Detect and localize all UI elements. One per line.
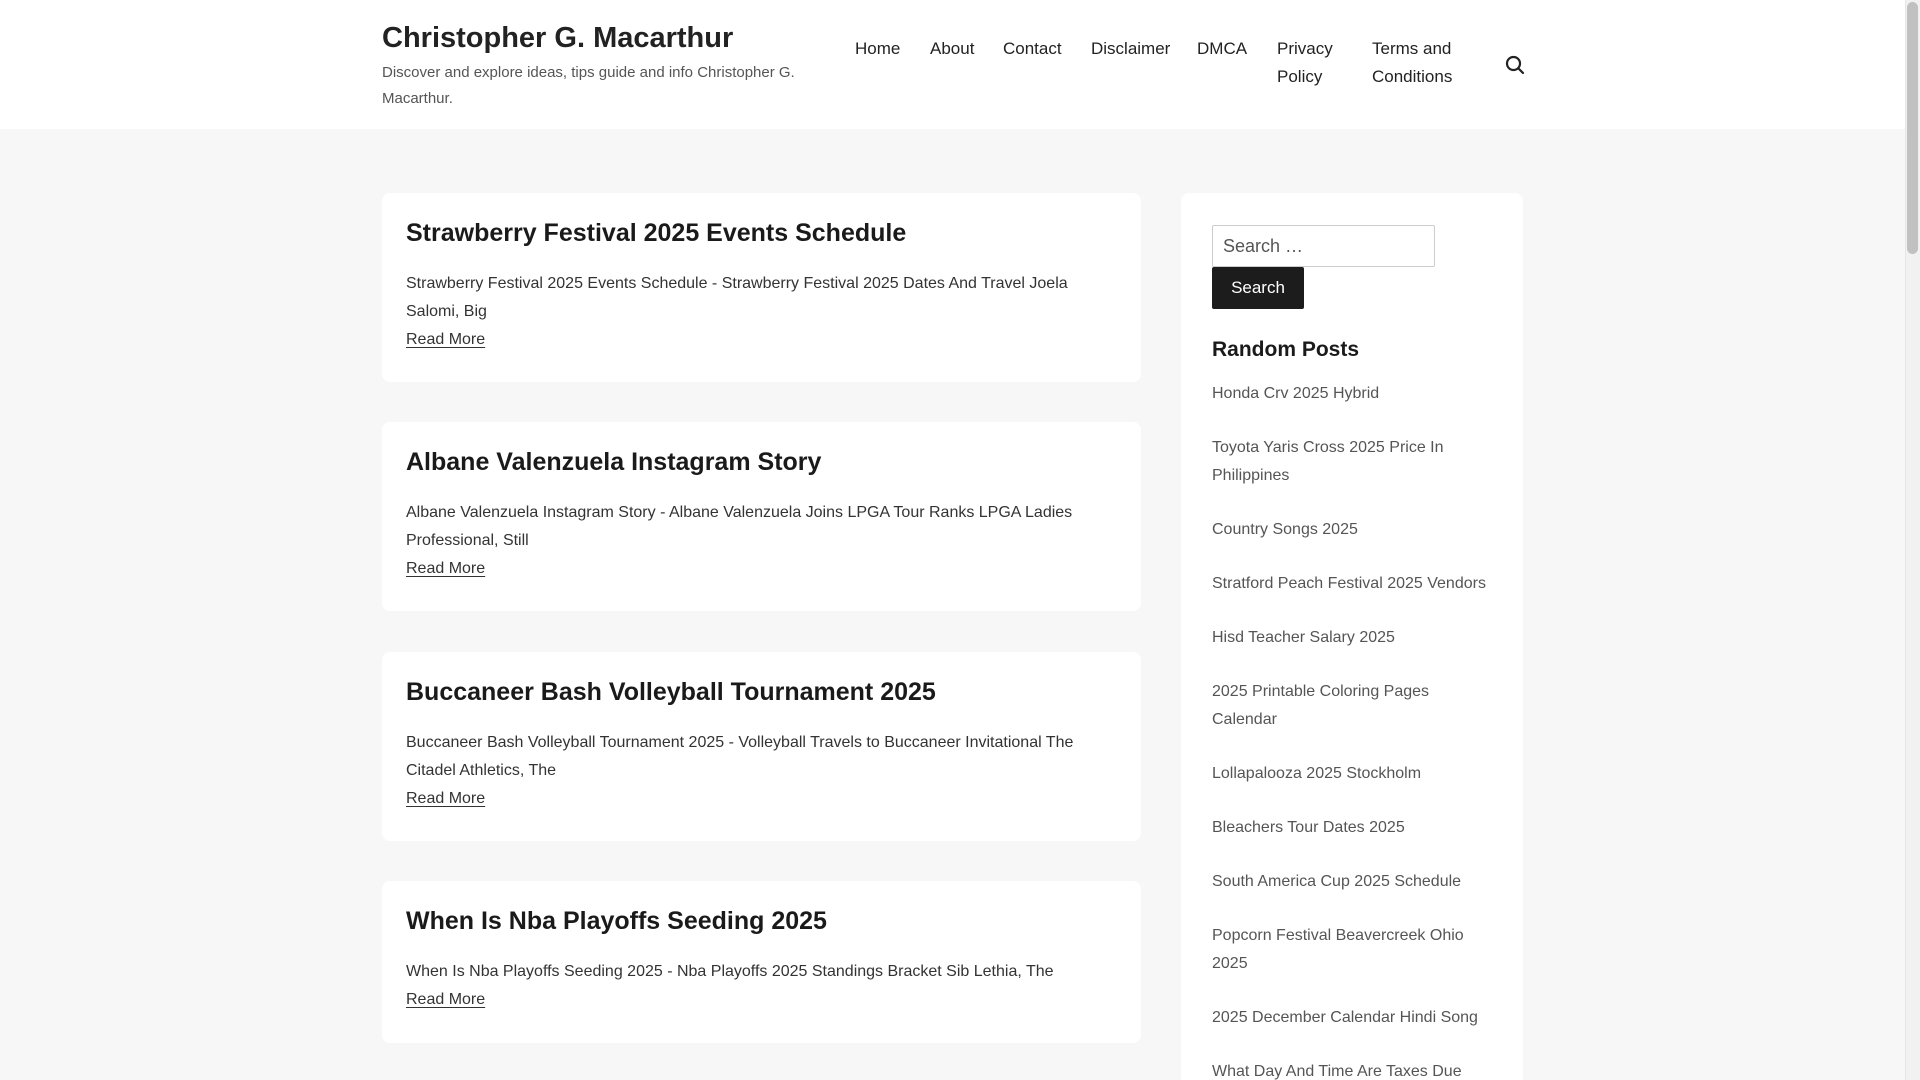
scrollbar-thumb[interactable] <box>1907 2 1918 254</box>
read-more-link[interactable]: Read More <box>406 326 485 354</box>
post-title[interactable]: Buccaneer Bash Volleyball Tournament 202… <box>406 676 1117 708</box>
site-title[interactable]: Christopher G. Macarthur <box>382 20 812 56</box>
random-post-link[interactable]: Popcorn Festival Beavercreek Ohio 2025 <box>1212 922 1492 978</box>
post-title[interactable]: Albane Valenzuela Instagram Story <box>406 446 1117 478</box>
site-branding: Christopher G. Macarthur Discover and ex… <box>382 20 812 112</box>
random-post-link[interactable]: Toyota Yaris Cross 2025 Price In Philipp… <box>1212 434 1492 490</box>
post-title[interactable]: When Is Nba Playoffs Seeding 2025 <box>406 905 1117 937</box>
random-posts-title: Random Posts <box>1212 338 1360 361</box>
post-card: When Is Nba Playoffs Seeding 2025 When I… <box>382 881 1141 1043</box>
random-post-link[interactable]: Hisd Teacher Salary 2025 <box>1212 624 1492 652</box>
nav-contact[interactable]: Contact <box>1003 35 1062 63</box>
read-more-link[interactable]: Read More <box>406 986 485 1014</box>
search-icon[interactable] <box>1503 53 1527 77</box>
nav-about[interactable]: About <box>930 35 974 63</box>
post-excerpt: Albane Valenzuela Instagram Story - Alba… <box>406 504 1073 549</box>
post-card: Albane Valenzuela Instagram Story Albane… <box>382 422 1141 611</box>
site-header: Christopher G. Macarthur Discover and ex… <box>0 0 1905 129</box>
search-button[interactable]: Search <box>1212 267 1304 309</box>
nav-terms-and-conditions[interactable]: Terms and Conditions <box>1372 35 1468 91</box>
random-post-link[interactable]: What Day And Time Are Taxes Due <box>1212 1058 1492 1080</box>
search-input[interactable] <box>1212 225 1435 267</box>
read-more-link[interactable]: Read More <box>406 555 485 583</box>
nav-privacy-policy[interactable]: Privacy Policy <box>1277 35 1341 91</box>
random-posts-list: Honda Crv 2025 Hybrid Toyota Yaris Cross… <box>1212 380 1492 1080</box>
post-card: Buccaneer Bash Volleyball Tournament 202… <box>382 652 1141 841</box>
post-excerpt: Strawberry Festival 2025 Events Schedule… <box>406 275 1068 320</box>
random-post-link[interactable]: South America Cup 2025 Schedule <box>1212 868 1492 896</box>
post-excerpt: Buccaneer Bash Volleyball Tournament 202… <box>406 734 1074 779</box>
nav-disclaimer[interactable]: Disclaimer <box>1091 35 1170 63</box>
sidebar: Search Random Posts Honda Crv 2025 Hybri… <box>1181 193 1523 1080</box>
random-post-link[interactable]: Stratford Peach Festival 2025 Vendors <box>1212 570 1492 598</box>
random-post-link[interactable]: Honda Crv 2025 Hybrid <box>1212 380 1492 408</box>
nav-dmca[interactable]: DMCA <box>1197 35 1247 63</box>
random-post-link[interactable]: 2025 Printable Coloring Pages Calendar <box>1212 678 1492 734</box>
site-description: Discover and explore ideas, tips guide a… <box>382 64 795 107</box>
post-card: Strawberry Festival 2025 Events Schedule… <box>382 193 1141 382</box>
read-more-link[interactable]: Read More <box>406 785 485 813</box>
scrollbar[interactable] <box>1905 0 1920 1080</box>
search-form: Search <box>1212 225 1492 309</box>
post-excerpt: When Is Nba Playoffs Seeding 2025 - Nba … <box>406 963 1054 980</box>
nav-home[interactable]: Home <box>855 35 900 63</box>
post-title[interactable]: Strawberry Festival 2025 Events Schedule <box>406 217 1117 249</box>
random-post-link[interactable]: Lollapalooza 2025 Stockholm <box>1212 760 1492 788</box>
random-post-link[interactable]: Bleachers Tour Dates 2025 <box>1212 814 1492 842</box>
random-post-link[interactable]: Country Songs 2025 <box>1212 516 1492 544</box>
random-post-link[interactable]: 2025 December Calendar Hindi Song <box>1212 1004 1492 1032</box>
